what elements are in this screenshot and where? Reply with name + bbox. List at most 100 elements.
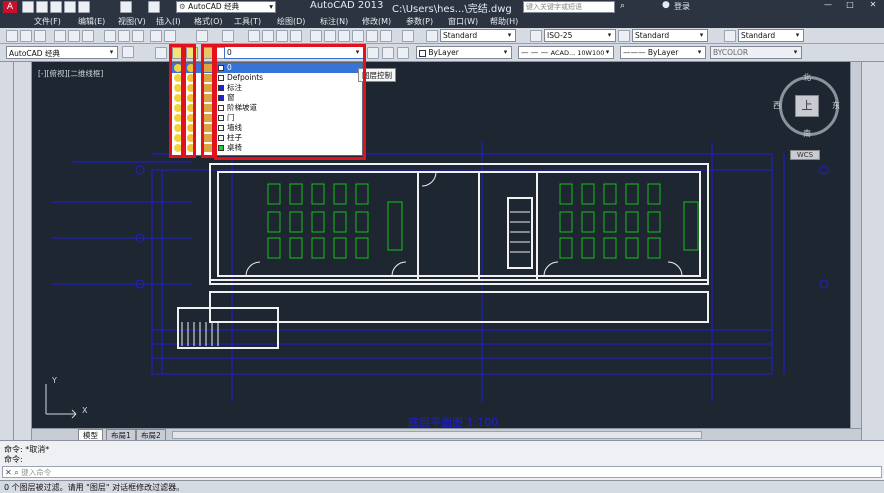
open-icon[interactable]	[20, 30, 32, 42]
compass-west[interactable]: 西	[773, 100, 781, 111]
menu-modify[interactable]: 修改(M)	[362, 16, 391, 27]
tool-palettes-icon[interactable]	[338, 30, 350, 42]
chevron-down-icon: ▾	[507, 31, 512, 39]
new-icon[interactable]	[6, 30, 18, 42]
print-icon[interactable]	[54, 30, 66, 42]
layer-state-icon[interactable]	[397, 47, 409, 59]
table-style-icon[interactable]	[618, 30, 630, 42]
zoom-previous-icon[interactable]	[290, 30, 302, 42]
menu-window[interactable]: 窗口(W)	[448, 16, 478, 27]
workspace-combo[interactable]: AutoCAD 经典 ▾	[6, 46, 118, 59]
text-style-combo[interactable]: Standard ▾	[440, 29, 516, 42]
drawing-viewport[interactable]: [-][俯视][二维线框] Y X 底层平面图 1:100	[32, 62, 850, 428]
qa-print-button[interactable]	[78, 1, 90, 13]
wrench-icon[interactable]: ✕ ⌕	[3, 468, 19, 477]
menu-edit[interactable]: 编辑(E)	[78, 16, 105, 27]
vertical-scrollbar[interactable]	[850, 62, 861, 428]
layer-previous-icon[interactable]	[382, 47, 394, 59]
chevron-down-icon: ▾	[793, 48, 798, 56]
color-combo[interactable]: ByLayer ▾	[416, 46, 512, 59]
matchprop-icon[interactable]	[150, 30, 162, 42]
pan-icon[interactable]	[248, 30, 260, 42]
dim-style-icon[interactable]	[530, 30, 542, 42]
viewcube-top[interactable]: 上	[795, 95, 819, 117]
menu-help[interactable]: 帮助(H)	[490, 16, 518, 27]
sheetset-icon[interactable]	[352, 30, 364, 42]
status-bar: 0 个图层被过滤。请用 "图层" 对话框修改过滤器。	[0, 480, 884, 493]
search-icon[interactable]: ⌕	[620, 1, 625, 11]
workspace-settings-icon[interactable]	[122, 46, 134, 58]
help-icon[interactable]	[402, 30, 414, 42]
preview-icon[interactable]	[68, 30, 80, 42]
compass-east[interactable]: 东	[832, 100, 840, 111]
login-link[interactable]: 登录	[674, 1, 690, 12]
qa-undo-button[interactable]	[120, 1, 132, 13]
menu-dimension[interactable]: 标注(N)	[320, 16, 348, 27]
zoom-window-icon[interactable]	[276, 30, 288, 42]
make-current-icon[interactable]	[367, 47, 379, 59]
chevron-down-icon: ▾	[503, 48, 508, 56]
standard-toolbar: Standard ▾ ISO-25 ▾ Standard ▾ Standard ▾	[0, 28, 884, 44]
undo-icon[interactable]	[196, 30, 208, 42]
wcs-menu[interactable]: WCS	[790, 150, 820, 160]
search-input[interactable]: 键入关键字或短语	[523, 1, 615, 13]
modify-toolbar-strip	[0, 62, 14, 460]
command-history-2: 命令:	[4, 455, 23, 464]
menu-tools[interactable]: 工具(T)	[234, 16, 261, 27]
block-editor-icon[interactable]	[164, 30, 176, 42]
cut-icon[interactable]	[104, 30, 116, 42]
chevron-down-icon: ▾	[109, 48, 114, 56]
table-style-combo[interactable]: Standard ▾	[632, 29, 708, 42]
qa-redo-button[interactable]	[148, 1, 160, 13]
color-swatch	[419, 49, 426, 57]
menu-bar: 文件(F) 编辑(E) 视图(V) 插入(I) 格式(O) 工具(T) 绘图(D…	[0, 14, 884, 28]
qa-saveas-button[interactable]	[64, 1, 76, 13]
app-logo[interactable]: A	[3, 1, 17, 13]
mleader-style-icon[interactable]	[724, 30, 736, 42]
menu-format[interactable]: 格式(O)	[194, 16, 223, 27]
calculator-icon[interactable]	[380, 30, 392, 42]
qa-open-button[interactable]	[36, 1, 48, 13]
title-bar: A ⚙ AutoCAD 经典 ▾ AutoCAD 2013 C:\Users\h…	[0, 0, 884, 15]
chevron-down-icon: ▾	[795, 31, 800, 39]
horizontal-scrollbar[interactable]	[172, 431, 702, 439]
viewport-label[interactable]: [-][俯视][二维线框]	[38, 68, 103, 79]
menu-insert[interactable]: 插入(I)	[156, 16, 181, 27]
plotstyle-combo[interactable]: BYCOLOR ▾	[710, 46, 802, 59]
right-toolbar	[861, 62, 884, 460]
layer-properties-icon[interactable]	[155, 47, 167, 59]
maximize-button[interactable]: □	[840, 0, 860, 12]
gear-icon: ⚙	[179, 2, 186, 11]
layers-properties-toolbar: AutoCAD 经典 ▾ 0 ▾ ByLayer ▾ — — — ACAD... 10…	[0, 44, 884, 62]
menu-draw[interactable]: 绘图(D)	[277, 16, 305, 27]
menu-parametric[interactable]: 参数(P)	[406, 16, 433, 27]
markup-icon[interactable]	[366, 30, 378, 42]
compass-south[interactable]: 南	[803, 128, 811, 139]
qa-new-button[interactable]	[22, 1, 34, 13]
publish-icon[interactable]	[82, 30, 94, 42]
design-center-icon[interactable]	[324, 30, 336, 42]
layout-tabs-bar: 模型 布局1 布局2	[32, 428, 861, 442]
paste-icon[interactable]	[132, 30, 144, 42]
close-button[interactable]: ✕	[862, 0, 884, 12]
qa-save-button[interactable]	[50, 1, 62, 13]
copy-icon[interactable]	[118, 30, 130, 42]
zoom-realtime-icon[interactable]	[262, 30, 274, 42]
menu-view[interactable]: 视图(V)	[118, 16, 146, 27]
workspace-combo-title[interactable]: ⚙ AutoCAD 经典 ▾	[176, 1, 276, 13]
draw-toolbar	[14, 62, 32, 460]
dim-style-combo[interactable]: ISO-25 ▾	[544, 29, 616, 42]
command-input[interactable]: ✕ ⌕ 键入命令	[2, 466, 882, 478]
lineweight-combo[interactable]: ——— ByLayer ▾	[620, 46, 706, 59]
save-icon[interactable]	[34, 30, 46, 42]
linetype-combo[interactable]: — — — ACAD... 10W100 ▾	[518, 46, 614, 59]
properties-icon[interactable]	[310, 30, 322, 42]
user-icon[interactable]: ●	[662, 0, 670, 10]
menu-file[interactable]: 文件(F)	[34, 16, 61, 27]
mleader-style-combo[interactable]: Standard ▾	[738, 29, 804, 42]
minimize-button[interactable]: —	[818, 0, 838, 12]
text-style-icon[interactable]	[426, 30, 438, 42]
highlight-lock-column	[201, 44, 215, 158]
compass-north[interactable]: 北	[803, 72, 811, 83]
redo-icon[interactable]	[222, 30, 234, 42]
